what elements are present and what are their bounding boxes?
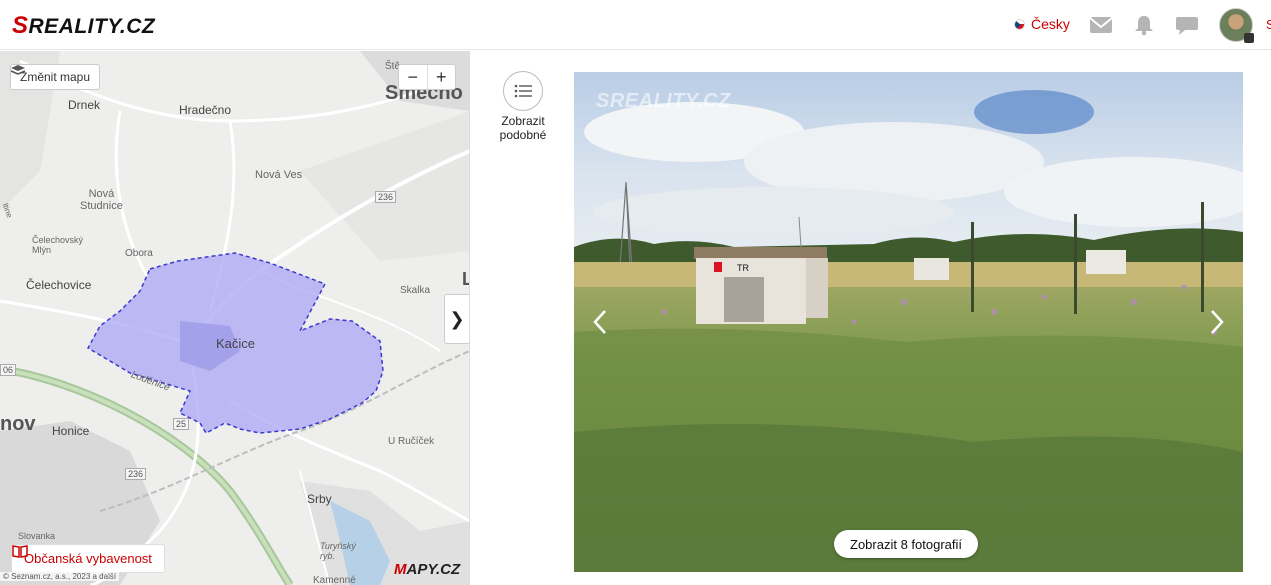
place-skalka: Skalka [400, 285, 431, 296]
zoom-in-button[interactable]: + [426, 65, 456, 89]
place-turynsky-ryb: Turyňský ryb. [320, 541, 356, 561]
mail-icon[interactable] [1089, 14, 1113, 36]
place-honice: Honice [52, 424, 90, 438]
chevron-right-icon[interactable] [1201, 307, 1231, 337]
mapy-cz-logo[interactable]: MAPY.CZ [394, 561, 460, 578]
place-srby: Srby [307, 492, 332, 506]
road-236-bottom: 236 [125, 468, 147, 480]
similar-circle [503, 71, 543, 111]
change-map-button[interactable]: Změnit mapu [10, 64, 101, 90]
place-nov: nov [0, 413, 36, 435]
flag-cz-icon [1014, 18, 1025, 30]
place-drnek: Drnek [68, 98, 101, 112]
zoom-control: − + [398, 64, 456, 90]
place-kacice: Kačice [216, 336, 256, 351]
poi-button-label: Občanská vybavenost [24, 551, 152, 566]
show-similar-label: Zobrazit podobné [499, 114, 547, 142]
place-kamenne: Kamenné [313, 575, 356, 585]
mapy-cz-logo-text: APY.CZ [406, 561, 461, 578]
box-label: TR [737, 263, 749, 273]
place-celechovsky-mlyn: Čelechovský Mlýn [32, 235, 84, 255]
road-06: 06 [0, 364, 17, 376]
photo-gallery[interactable]: TR SREALITY.CZ Zobrazit 8 fotografií [574, 72, 1243, 572]
chat-icon[interactable] [1175, 14, 1199, 36]
sreality-watermark: SREALITY.CZ [596, 90, 731, 112]
language-switch[interactable]: Česky [1014, 16, 1070, 32]
layers-icon [11, 65, 25, 75]
language-label: Česky [1031, 16, 1070, 32]
road-236-top: 236 [375, 191, 397, 203]
map-copyright[interactable]: © Seznam.cz, a.s., 2023 a další [0, 572, 120, 581]
zoom-out-button[interactable]: − [399, 65, 427, 89]
place-obora: Obora [125, 248, 153, 259]
lock-icon [1244, 33, 1254, 43]
map-panel[interactable]: Smecno Ště Drnek Hradečno Nová Studnice … [0, 51, 470, 585]
place-hradecno: Hradečno [179, 103, 232, 117]
change-map-label: Změnit mapu [20, 70, 91, 84]
bell-icon[interactable] [1132, 14, 1156, 36]
logo-text: REALITY.CZ [28, 15, 156, 38]
place-nova-studnice: Nová Studnice [80, 188, 123, 212]
place-nova-ves: Nová Ves [255, 169, 303, 181]
sreality-logo[interactable]: SREALITY.CZ [12, 12, 155, 40]
road-25: 25 [173, 418, 190, 430]
map-canvas[interactable] [0, 51, 470, 585]
poi-button[interactable]: Občanská vybavenost [11, 544, 165, 573]
show-photos-button[interactable]: Zobrazit 8 fotografií [834, 530, 978, 558]
show-similar-button[interactable]: Zobrazit podobné [496, 71, 550, 142]
place-edge-l: L [462, 269, 469, 290]
chevron-left-icon[interactable] [586, 307, 616, 337]
place-slovanka: Slovanka [18, 531, 56, 541]
list-icon [514, 84, 532, 98]
place-u-rucicek: U Ručíček [388, 436, 435, 447]
user-menu-initial[interactable]: S [1266, 17, 1271, 32]
top-bar: SREALITY.CZ Česky S [0, 0, 1271, 50]
place-celechovice: Čelechovice [26, 278, 92, 292]
listing-photo: TR [574, 72, 1243, 572]
collapse-map-button[interactable]: ❯ [444, 294, 469, 344]
book-icon [12, 545, 28, 558]
